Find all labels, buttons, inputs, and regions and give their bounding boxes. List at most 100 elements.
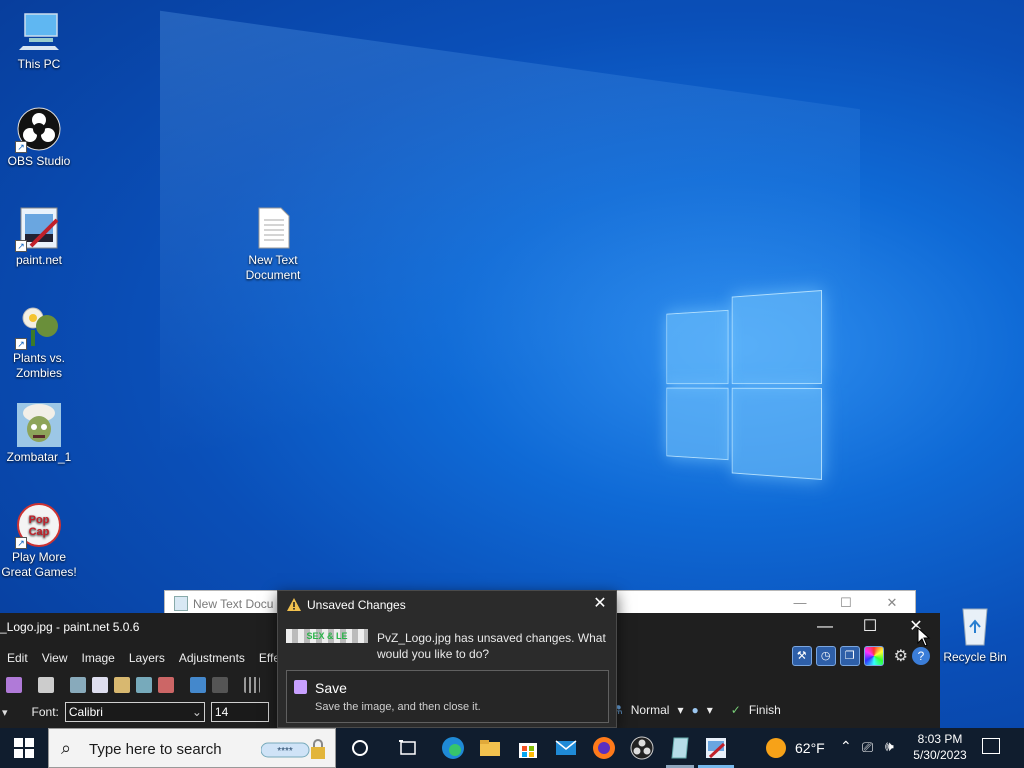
notification-icon[interactable] [982, 738, 1000, 754]
save-label: Save [315, 680, 347, 696]
tools-icon[interactable]: ⚒ [791, 646, 812, 666]
edge-icon[interactable] [441, 736, 465, 760]
antialias-icon[interactable]: ● [691, 703, 698, 717]
font-select[interactable]: Calibri ⌄ [64, 702, 205, 722]
weather-icon[interactable] [766, 738, 786, 758]
desktop-icon-plants-vs-zombies[interactable]: ↗ Plants vs. Zombies [1, 304, 77, 381]
obs-icon: ↗ [15, 107, 61, 153]
desktop-icon-paint-net[interactable]: ↗ paint.net [1, 206, 77, 268]
desktop-icon-this-pc[interactable]: This PC [1, 10, 77, 72]
save-icon [294, 680, 307, 694]
file-explorer-icon[interactable] [478, 736, 502, 760]
chevron-down-icon[interactable]: ▾ [677, 703, 683, 717]
clock-time: 8:03 PM [917, 732, 963, 746]
close-icon[interactable]: ✕ [590, 594, 610, 614]
chevron-down-icon: ⌄ [191, 705, 202, 719]
desktop-icon-label: Plants vs. Zombies [12, 351, 66, 380]
undo-icon[interactable] [190, 677, 206, 693]
weather-temp[interactable]: 62°F [795, 740, 825, 756]
checkmark-icon: ✓ [730, 703, 741, 717]
deselect-icon[interactable] [158, 677, 174, 693]
grid-icon[interactable] [244, 677, 260, 693]
desktop-icon-label: This PC [17, 57, 61, 71]
close-button[interactable]: ✕ [869, 595, 915, 611]
maximize-button[interactable]: ☐ [847, 615, 893, 641]
redo-icon[interactable] [212, 677, 228, 693]
notepad-title: New Text Docu [193, 597, 274, 611]
image-thumbnail: SEX & LE [286, 629, 368, 643]
warning-icon [286, 597, 302, 612]
layers-icon[interactable]: ❐ [839, 646, 860, 666]
thumbnail-text: SEX & LE [306, 631, 348, 641]
paste-icon[interactable] [114, 677, 130, 693]
desktop-icon-popcap[interactable]: Pop Cap ↗ Play More Great Games! [1, 503, 77, 580]
task-view-icon[interactable] [396, 736, 420, 760]
svg-text:Cap: Cap [29, 526, 50, 538]
desktop-icon-new-text-document[interactable]: New Text Document [235, 206, 311, 283]
clock-date: 5/30/2023 [913, 748, 967, 762]
font-size-input[interactable]: 14 [210, 702, 269, 722]
recycle-bin-icon [953, 603, 997, 647]
plants-vs-zombies-icon: ↗ [15, 304, 61, 350]
save-icon[interactable] [6, 677, 22, 693]
notepad-icon [174, 596, 188, 611]
cortana-icon[interactable] [348, 736, 372, 760]
mouse-cursor-icon [917, 626, 931, 650]
mail-icon[interactable] [554, 736, 578, 760]
main-toolbar [0, 673, 260, 697]
desktop-icon-recycle-bin[interactable]: Recycle Bin [937, 603, 1013, 665]
windows-logo-wallpaper [666, 290, 822, 480]
colors-icon[interactable] [863, 646, 884, 666]
monitor-icon [17, 10, 61, 54]
shortcut-arrow-icon: ↗ [15, 141, 27, 153]
close-button[interactable]: ✕ [893, 615, 939, 641]
password-lock-icon: **** [260, 739, 331, 761]
cut-icon[interactable] [70, 677, 86, 693]
history-icon[interactable]: ◷ [815, 646, 836, 666]
volume-icon[interactable]: 🕪 [885, 738, 894, 755]
gear-icon[interactable]: ⚙ [894, 646, 908, 666]
desktop-icon-label: New Text Document [245, 253, 301, 282]
clock[interactable]: 8:03 PM 5/30/2023 [910, 731, 970, 763]
start-button[interactable] [12, 736, 36, 760]
maximize-button[interactable]: ☐ [823, 595, 869, 611]
menu-edit[interactable]: Edit [0, 651, 35, 665]
search-box[interactable]: ⌕ Type here to search **** [48, 728, 336, 768]
print-icon[interactable] [38, 677, 54, 693]
desktop-icon-zombatar[interactable]: Zombatar_1 [1, 403, 77, 465]
utility-toolbar: ⚒ ◷ ❐ ⚙ ? [791, 646, 930, 666]
blend-mode-value[interactable]: Normal [631, 703, 670, 717]
search-icon: ⌕ [61, 738, 72, 758]
menu-adjustments[interactable]: Adjustments [172, 651, 252, 665]
minimize-button[interactable]: — [802, 615, 848, 641]
firefox-icon[interactable] [592, 736, 616, 760]
chevron-down-icon[interactable]: ▾ [707, 703, 713, 717]
tool-dropdown-icon[interactable]: ▾ [0, 706, 8, 719]
chevron-up-icon[interactable]: ⌃ [840, 738, 852, 755]
popcap-icon: Pop Cap ↗ [15, 503, 61, 549]
notepad-taskbar-icon[interactable] [668, 736, 692, 760]
save-button[interactable]: Save Save the image, and then close it. [286, 670, 609, 723]
menu-view[interactable]: View [35, 651, 75, 665]
paint-net-taskbar-icon[interactable] [704, 736, 728, 760]
finish-button[interactable]: Finish [749, 703, 781, 717]
menu-image[interactable]: Image [74, 651, 121, 665]
desktop-icon-label: OBS Studio [7, 154, 71, 168]
zombatar-icon [17, 403, 61, 447]
menu-bar: Edit View Image Layers Adjustments Effe [0, 651, 287, 665]
copy-icon[interactable] [92, 677, 108, 693]
crop-icon[interactable] [136, 677, 152, 693]
shortcut-arrow-icon: ↗ [15, 240, 27, 252]
menu-layers[interactable]: Layers [122, 651, 172, 665]
desktop-icon-label: paint.net [15, 253, 63, 267]
desktop-icon-label: Play More Great Games! [1, 550, 77, 579]
desktop-icon-obs-studio[interactable]: ↗ OBS Studio [1, 107, 77, 169]
minimize-button[interactable]: — [777, 595, 823, 610]
network-icon[interactable]: ⎚ [862, 739, 873, 756]
desktop-icon-label: Recycle Bin [943, 650, 1007, 664]
microsoft-store-icon[interactable] [516, 736, 540, 760]
font-label: Font: [31, 705, 59, 719]
desktop-icon-label: Zombatar_1 [6, 450, 72, 464]
unsaved-changes-dialog: Unsaved Changes ✕ SEX & LE PvZ_Logo.jpg … [277, 590, 617, 728]
obs-taskbar-icon[interactable] [630, 736, 654, 760]
